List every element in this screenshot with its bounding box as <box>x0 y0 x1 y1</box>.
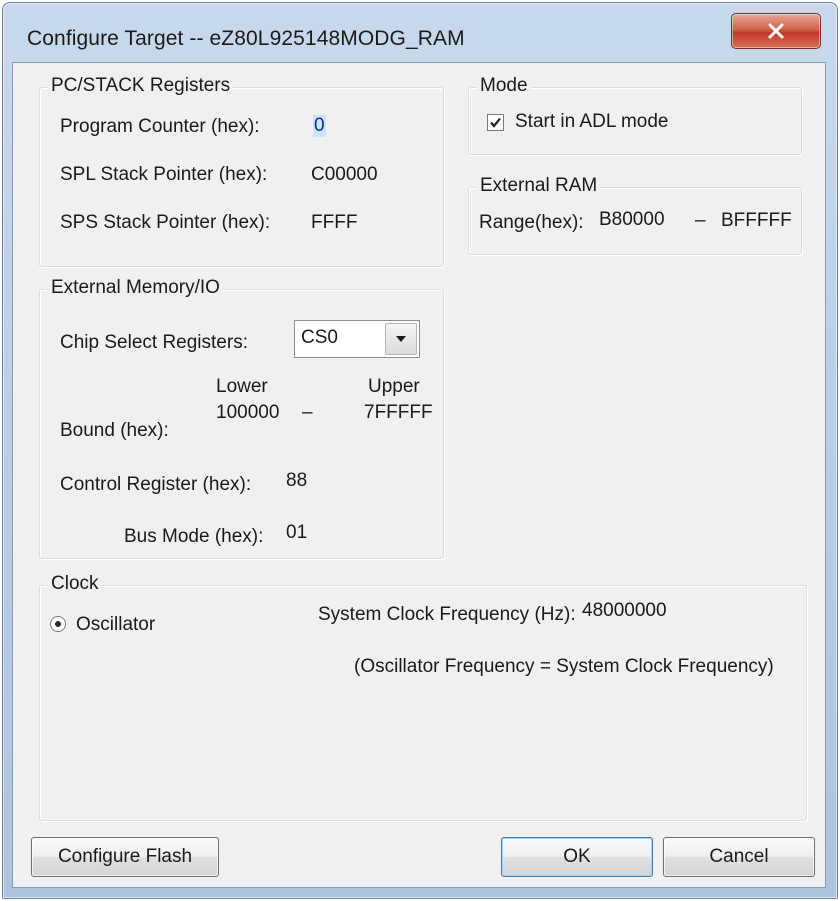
chevron-down-icon <box>396 336 406 342</box>
mode-group: Mode Start in ADL mode <box>468 75 802 155</box>
configure-flash-button[interactable]: Configure Flash <box>31 837 219 877</box>
clock-legend: Clock <box>48 573 102 595</box>
bus-mode-value[interactable]: 01 <box>286 522 307 544</box>
system-clock-frequency-label: System Clock Frequency (Hz): <box>318 604 576 625</box>
control-register-value[interactable]: 88 <box>286 470 307 492</box>
bound-upper-value[interactable]: 7FFFFF <box>364 402 433 424</box>
upper-bound-header: Upper <box>368 376 420 397</box>
program-counter-label: Program Counter (hex): <box>60 116 260 137</box>
pc-stack-legend: PC/STACK Registers <box>48 75 234 97</box>
program-counter-value[interactable]: 0 <box>313 115 326 137</box>
sps-stack-pointer-label: SPS Stack Pointer (hex): <box>60 212 271 233</box>
oscillator-radio[interactable] <box>50 616 66 632</box>
external-ram-legend: External RAM <box>477 175 601 197</box>
sps-stack-pointer-value[interactable]: FFFF <box>311 212 357 234</box>
ram-range-label: Range(hex): <box>479 212 584 233</box>
clock-group: Clock Oscillator System Clock Frequency … <box>39 573 807 821</box>
bus-mode-label: Bus Mode (hex): <box>124 526 264 547</box>
ram-range-separator: – <box>695 210 706 231</box>
adl-mode-checkbox[interactable] <box>487 114 504 131</box>
chip-select-label: Chip Select Registers: <box>60 332 248 353</box>
spl-stack-pointer-label: SPL Stack Pointer (hex): <box>60 164 268 185</box>
ok-button[interactable]: OK <box>501 837 653 877</box>
close-x-icon <box>768 23 784 39</box>
close-button[interactable] <box>731 13 821 49</box>
pc-stack-group: PC/STACK Registers Program Counter (hex)… <box>39 75 444 267</box>
oscillator-label[interactable]: Oscillator <box>76 614 155 636</box>
radio-selected-dot <box>55 621 61 627</box>
control-register-label: Control Register (hex): <box>60 474 252 495</box>
adl-mode-label[interactable]: Start in ADL mode <box>515 111 668 133</box>
ram-range-lower-value[interactable]: B80000 <box>599 209 665 231</box>
cancel-button[interactable]: Cancel <box>663 837 815 877</box>
bound-separator: – <box>302 402 313 423</box>
dialog-client-area: PC/STACK Registers Program Counter (hex)… <box>12 62 826 888</box>
mode-legend: Mode <box>477 75 531 97</box>
ram-range-upper-value[interactable]: BFFFFF <box>721 210 792 232</box>
lower-bound-header: Lower <box>216 376 268 397</box>
chip-select-value: CS0 <box>301 327 338 348</box>
external-memory-group: External Memory/IO Chip Select Registers… <box>39 277 444 559</box>
window-title: Configure Target -- eZ80L925148MODG_RAM <box>27 27 465 50</box>
oscillator-frequency-note: (Oscillator Frequency = System Clock Fre… <box>354 656 774 677</box>
external-memory-legend: External Memory/IO <box>48 277 223 299</box>
chip-select-dropdown[interactable]: CS0 <box>294 320 420 358</box>
spl-stack-pointer-value[interactable]: C00000 <box>311 164 378 186</box>
bound-lower-value[interactable]: 100000 <box>216 402 279 424</box>
system-clock-frequency-value[interactable]: 48000000 <box>582 600 667 622</box>
bound-label: Bound (hex): <box>60 420 169 441</box>
external-ram-group: External RAM Range(hex): B80000 – BFFFFF <box>468 175 802 255</box>
checkmark-icon <box>490 117 501 128</box>
dropdown-button[interactable] <box>385 323 417 355</box>
